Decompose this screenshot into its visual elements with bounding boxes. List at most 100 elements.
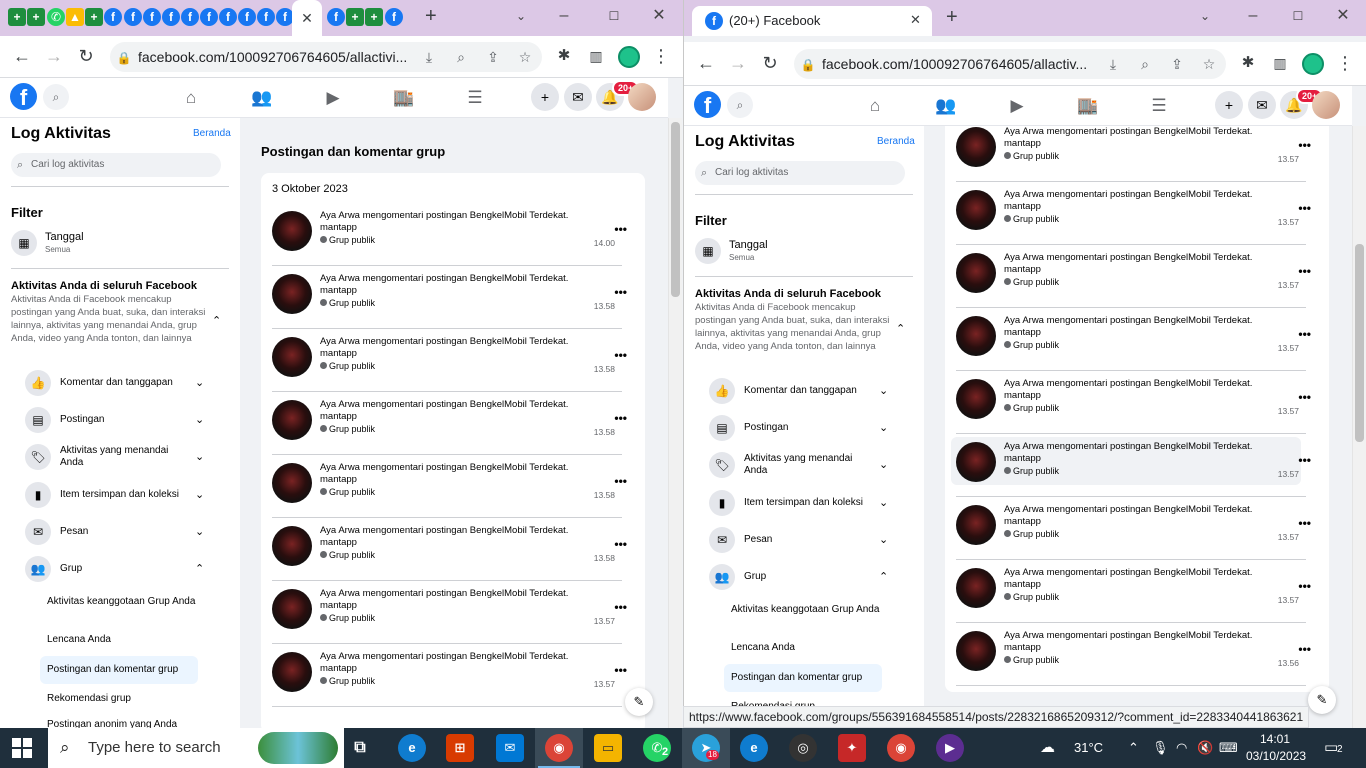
activity-entry[interactable]: Aya Arwa mengomentari postingan BengkelM… (261, 203, 633, 266)
activity-entry[interactable]: Aya Arwa mengomentari postingan BengkelM… (945, 434, 1317, 497)
extensions-icon[interactable]: ✱ (1234, 49, 1262, 77)
more-options-icon[interactable]: ••• (614, 285, 627, 299)
marketplace-icon[interactable]: 🏬 (393, 87, 415, 109)
scrollbar-thumb[interactable] (671, 122, 680, 297)
more-options-icon[interactable]: ••• (1298, 390, 1311, 404)
app-icon[interactable]: ✦ (838, 734, 866, 762)
side-panel-icon[interactable]: ▥ (582, 42, 610, 70)
entry-text[interactable]: Aya Arwa mengomentari postingan BengkelM… (1004, 441, 1284, 465)
file-explorer-icon[interactable]: ▭ (594, 734, 622, 762)
chrome-icon[interactable]: ◉ (887, 734, 915, 762)
zoom-icon[interactable]: ⌕ (448, 42, 474, 72)
subitem-badges[interactable]: Lencana Anda (724, 634, 882, 662)
more-options-icon[interactable]: ••• (614, 474, 627, 488)
zoom-icon[interactable]: ⌕ (1132, 49, 1158, 79)
more-options-icon[interactable]: ••• (1298, 264, 1311, 278)
post-thumbnail[interactable] (272, 463, 312, 503)
messenger-icon[interactable]: ✉ (1248, 91, 1276, 119)
reload-icon[interactable]: ↻ (72, 42, 100, 70)
activity-entry[interactable]: Aya Arwa mengomentari postingan BengkelM… (261, 392, 633, 455)
activity-entry[interactable]: Aya Arwa mengomentari postingan BengkelM… (261, 644, 633, 707)
tray-chevron-icon[interactable]: ⌃ (1128, 728, 1139, 768)
reload-icon[interactable]: ↻ (756, 49, 784, 77)
home-link[interactable]: Beranda (877, 136, 915, 147)
language-icon[interactable]: ⌨ (1219, 728, 1238, 768)
post-thumbnail[interactable] (956, 190, 996, 230)
more-options-icon[interactable]: ••• (614, 663, 627, 677)
more-options-icon[interactable]: ••• (1298, 642, 1311, 656)
facebook-tab-icon[interactable]: f (219, 8, 237, 26)
entry-text[interactable]: Aya Arwa mengomentari postingan BengkelM… (1004, 252, 1284, 276)
activity-entry[interactable]: Aya Arwa mengomentari postingan BengkelM… (945, 623, 1317, 686)
compose-icon[interactable]: ✎ (1308, 686, 1336, 714)
activity-entry[interactable]: Aya Arwa mengomentari postingan BengkelM… (261, 329, 633, 392)
activity-entry[interactable]: Aya Arwa mengomentari postingan BengkelM… (261, 455, 633, 518)
more-options-icon[interactable]: ••• (1298, 327, 1311, 341)
calendar-icon[interactable]: ▦ (11, 230, 37, 256)
category-saved[interactable]: ▮ Item tersimpan dan koleksi ⌄ (0, 478, 240, 512)
home-icon[interactable]: ⌂ (864, 95, 886, 117)
post-thumbnail[interactable] (272, 400, 312, 440)
post-thumbnail[interactable] (956, 316, 996, 356)
entry-text[interactable]: Aya Arwa mengomentari postingan BengkelM… (320, 336, 600, 360)
post-thumbnail[interactable] (956, 568, 996, 608)
facebook-tab-icon[interactable]: f (162, 8, 180, 26)
friends-icon[interactable]: 👥 (935, 95, 957, 117)
activity-entry[interactable]: Aya Arwa mengomentari postingan BengkelM… (945, 560, 1317, 623)
activity-entry[interactable]: Aya Arwa mengomentari postingan BengkelM… (261, 266, 633, 329)
activity-entry[interactable]: Aya Arwa mengomentari postingan BengkelM… (261, 518, 633, 581)
active-tab[interactable]: f (20+) Facebook ✕ (692, 6, 932, 36)
weather-temp[interactable]: 31°C (1074, 728, 1103, 768)
activity-entry[interactable]: Aya Arwa mengomentari postingan BengkelM… (945, 182, 1317, 245)
post-thumbnail[interactable] (272, 652, 312, 692)
close-window-icon[interactable]: ✕ (1329, 0, 1357, 34)
category-messages[interactable]: ✉ Pesan ⌄ (0, 515, 240, 549)
task-view-icon[interactable]: ⧉ (346, 734, 374, 762)
sheets-icon[interactable]: + (27, 8, 45, 26)
facebook-tab-icon[interactable]: f (200, 8, 218, 26)
forward-icon[interactable]: → (40, 42, 68, 70)
subitem-posts-comments[interactable]: Postingan dan komentar grup (40, 656, 198, 684)
category-comments[interactable]: 👍 Komentar dan tanggapan ⌄ (0, 366, 240, 400)
activity-entry[interactable]: Aya Arwa mengomentari postingan BengkelM… (945, 497, 1317, 560)
tab-search-chevron-icon[interactable]: ⌄ (507, 0, 535, 34)
drive-icon[interactable]: ▲ (66, 8, 84, 26)
profile-icon[interactable] (618, 46, 640, 68)
category-groups[interactable]: 👥 Grup ⌃ (684, 560, 924, 594)
minimize-icon[interactable]: – (1239, 0, 1267, 34)
entry-text[interactable]: Aya Arwa mengomentari postingan BengkelM… (320, 399, 600, 423)
minimize-icon[interactable]: – (550, 0, 578, 34)
activity-entry[interactable]: Aya Arwa mengomentari postingan BengkelM… (945, 371, 1317, 434)
entry-text[interactable]: Aya Arwa mengomentari postingan BengkelM… (1004, 126, 1284, 150)
install-icon[interactable]: ⤓ (416, 42, 442, 72)
post-thumbnail[interactable] (272, 211, 312, 251)
activity-entry[interactable]: Aya Arwa mengomentari postingan BengkelM… (945, 126, 1317, 182)
category-saved[interactable]: ▮ Item tersimpan dan koleksi ⌄ (684, 486, 924, 520)
more-options-icon[interactable]: ••• (614, 222, 627, 236)
subitem-posts-comments[interactable]: Postingan dan komentar grup (724, 664, 882, 692)
chevron-up-icon[interactable]: ⌃ (896, 322, 905, 335)
entry-text[interactable]: Aya Arwa mengomentari postingan BengkelM… (320, 462, 600, 486)
activity-entry[interactable]: Aya Arwa mengomentari postingan BengkelM… (945, 308, 1317, 371)
activity-search-input[interactable]: ⌕ Cari log aktivitas (695, 161, 905, 185)
more-options-icon[interactable]: ••• (1298, 453, 1311, 467)
create-icon[interactable]: + (531, 83, 559, 111)
marketplace-icon[interactable]: 🏬 (1077, 95, 1099, 117)
subitem-membership[interactable]: Aktivitas keanggotaan Grup Anda (40, 592, 198, 620)
facebook-tab-icon[interactable]: f (104, 8, 122, 26)
entry-text[interactable]: Aya Arwa mengomentari postingan BengkelM… (320, 651, 600, 675)
more-options-icon[interactable]: ••• (1298, 516, 1311, 530)
entry-text[interactable]: Aya Arwa mengomentari postingan BengkelM… (1004, 630, 1284, 654)
more-options-icon[interactable]: ••• (1298, 579, 1311, 593)
avatar[interactable] (1312, 91, 1340, 119)
microphone-icon[interactable]: 🎙 (1152, 728, 1169, 768)
mail-icon[interactable]: ✉ (496, 734, 524, 762)
search-icon[interactable]: ⌕ (727, 92, 753, 118)
notifications-icon[interactable]: 🔔 20+ (596, 80, 640, 111)
facebook-tab-icon[interactable]: f (238, 8, 256, 26)
watch-icon[interactable]: ▶ (322, 87, 344, 109)
notifications-icon[interactable]: 🔔 20+ (1280, 88, 1324, 119)
entry-text[interactable]: Aya Arwa mengomentari postingan BengkelM… (320, 588, 600, 612)
subitem-membership[interactable]: Aktivitas keanggotaan Grup Anda (724, 600, 882, 628)
chrome-icon[interactable]: ◉ (545, 734, 573, 762)
